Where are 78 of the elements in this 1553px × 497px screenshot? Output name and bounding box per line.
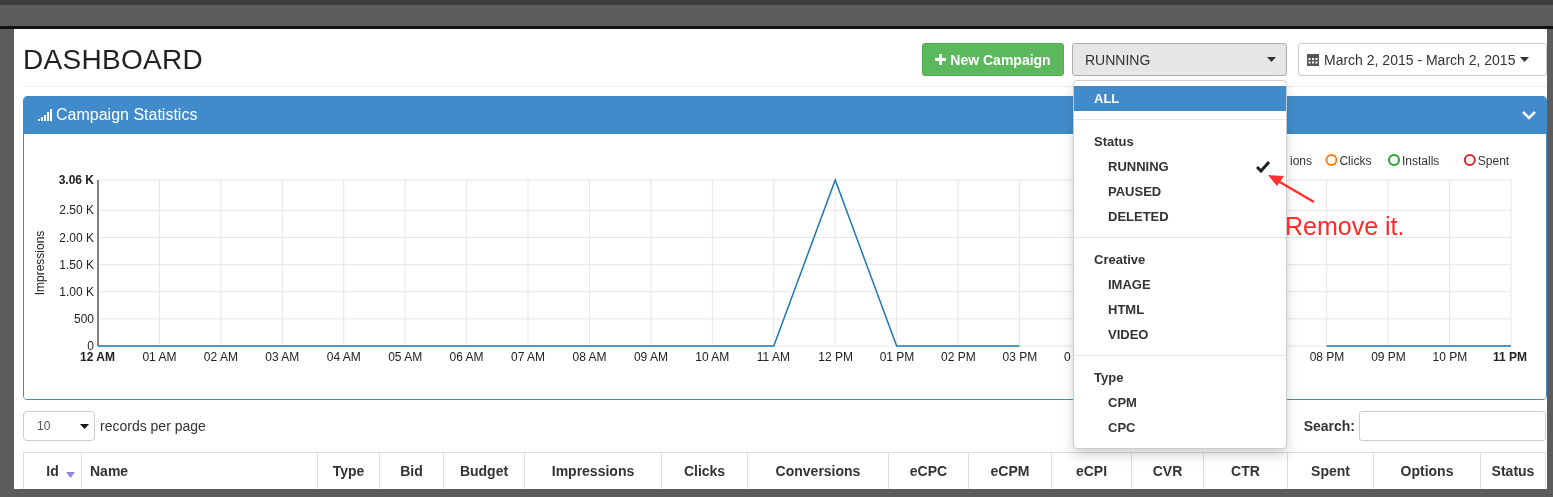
caret-icon — [80, 423, 89, 429]
x-tick-label: 11 AM — [756, 349, 790, 364]
column-header[interactable]: Status — [1480, 452, 1546, 489]
caret-icon — [1267, 57, 1276, 62]
x-tick-label: 09 AM — [633, 349, 668, 364]
menu-header: Status — [1093, 133, 1135, 151]
column-header[interactable]: eCPC — [888, 452, 969, 489]
column-header[interactable]: CTR — [1203, 452, 1288, 489]
page-size-select[interactable]: 10 — [23, 411, 95, 441]
panel-title: Campaign Statistics — [56, 106, 199, 125]
signal-bars-icon — [38, 109, 52, 122]
y-axis-title: Impressions — [33, 230, 47, 296]
page-title: DASHBOARD — [23, 43, 205, 76]
column-header[interactable]: eCPI — [1051, 452, 1132, 489]
menu-item[interactable]: VIDEO — [1074, 322, 1286, 347]
calendar-icon — [1307, 53, 1319, 66]
column-header[interactable]: Impressions — [524, 452, 662, 489]
column-header[interactable]: Conversions — [747, 452, 889, 489]
y-tick-label: 1.50 K — [59, 257, 94, 272]
menu-header: Type — [1093, 369, 1125, 387]
x-tick-label: 08 PM — [1309, 349, 1345, 364]
x-tick-label: 02 PM — [941, 349, 976, 364]
column-header[interactable]: Id — [23, 452, 82, 489]
menu-item[interactable]: ALL — [1074, 86, 1286, 111]
x-tick-label: 05 AM — [388, 349, 423, 364]
x-tick-label: 10 AM — [695, 349, 730, 364]
column-header[interactable]: Budget — [443, 452, 525, 489]
caret-icon — [1520, 57, 1530, 62]
sort-icon — [66, 472, 75, 478]
column-header[interactable]: CVR — [1131, 452, 1204, 489]
x-tick-label: 03 AM — [265, 349, 300, 364]
menu-header: Creative — [1093, 251, 1147, 269]
column-header[interactable]: Type — [317, 452, 380, 489]
x-tick-label: 03 PM — [1002, 349, 1038, 364]
column-header[interactable]: Clicks — [661, 452, 748, 489]
menu-item[interactable]: DELETED — [1074, 204, 1286, 229]
legend-item[interactable]: Clicks — [1325, 153, 1372, 168]
plus-icon — [935, 54, 947, 65]
legend-item[interactable]: ions — [1290, 153, 1312, 168]
search-label: Search: — [1303, 418, 1355, 434]
legend-item[interactable]: Installs — [1388, 153, 1440, 168]
column-header[interactable]: Bid — [379, 452, 444, 489]
x-tick-label: 0 — [1063, 349, 1071, 364]
x-tick-label: 01 AM — [142, 349, 177, 364]
x-tick-label: 01 PM — [879, 349, 915, 364]
column-header[interactable]: Options — [1373, 452, 1481, 489]
column-header[interactable]: Name — [81, 452, 318, 489]
x-tick-label: 02 AM — [203, 349, 238, 364]
x-tick-label: 08 AM — [572, 349, 607, 364]
search-field[interactable] — [1359, 411, 1546, 441]
x-tick-label: 10 PM — [1432, 349, 1468, 364]
column-header[interactable]: Spent — [1287, 452, 1374, 489]
menu-item[interactable]: CPM — [1074, 390, 1286, 415]
y-tick-label: 3.06 K — [58, 172, 94, 187]
records-label: records per page — [100, 418, 206, 434]
menu-item[interactable]: CPC — [1074, 415, 1286, 440]
menu-item[interactable]: PAUSED — [1074, 179, 1286, 204]
annotation-text: Remove it. — [1285, 212, 1405, 241]
x-tick-label: 04 AM — [326, 349, 361, 364]
y-tick-label: 1.00 K — [59, 284, 94, 299]
x-tick-label: 06 AM — [449, 349, 484, 364]
legend-item[interactable]: Spent — [1463, 153, 1510, 168]
y-tick-label: 2.00 K — [59, 230, 94, 245]
x-tick-label: 07 AM — [511, 349, 546, 364]
x-tick-label: 11 PM — [1493, 349, 1528, 364]
y-tick-label: 2.50 K — [59, 203, 94, 218]
y-tick-label: 500 — [73, 311, 94, 326]
menu-item[interactable]: RUNNING — [1074, 154, 1286, 179]
check-icon — [1256, 160, 1270, 173]
status-select[interactable]: RUNNING — [1072, 43, 1287, 76]
column-header[interactable]: eCPM — [968, 452, 1052, 489]
chevron-icon[interactable] — [1522, 110, 1536, 120]
annotation-arrow — [1266, 172, 1316, 204]
x-tick-label: 12 PM — [818, 349, 853, 364]
date-range-button[interactable]: March 2, 2015 - March 2, 2015 — [1298, 43, 1547, 76]
menu-item[interactable]: HTML — [1074, 297, 1286, 322]
x-tick-label: 09 PM — [1371, 349, 1406, 364]
menu-item[interactable]: IMAGE — [1074, 272, 1286, 297]
